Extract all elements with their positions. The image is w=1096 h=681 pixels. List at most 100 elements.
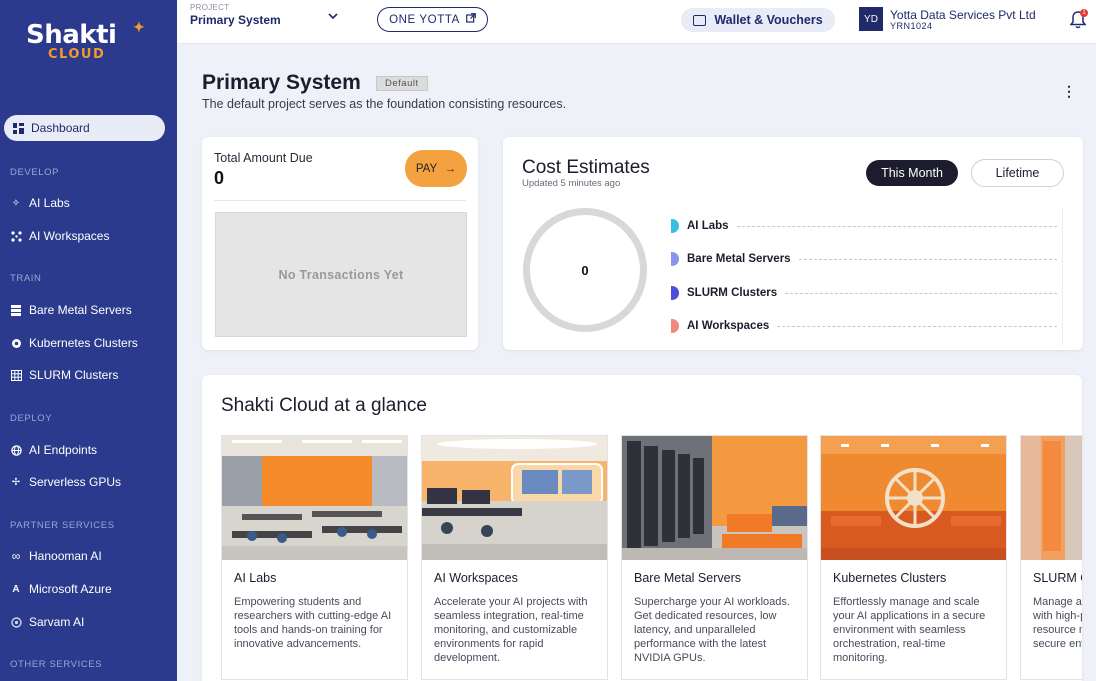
org-id: YRN1024: [890, 21, 933, 31]
legend-swatch: [671, 319, 679, 333]
glance-title: Shakti Cloud at a glance: [221, 395, 427, 416]
cost-updated-text: Updated 5 minutes ago: [522, 178, 621, 189]
avatar[interactable]: YD: [859, 7, 883, 31]
logo-subtext: CLOUD: [48, 47, 106, 62]
glance-card-bare-metal-servers[interactable]: Bare Metal Servers Supercharge your AI w…: [621, 435, 808, 680]
glance-card-kubernetes-clusters[interactable]: Kubernetes Clusters Effortlessly manage …: [820, 435, 1007, 680]
sidebar-item-label: AI Endpoints: [29, 443, 98, 457]
sarvam-icon: [10, 616, 22, 628]
legend-dash: [785, 292, 1057, 294]
pay-label: PAY: [415, 162, 438, 175]
cost-total-value: 0: [581, 262, 589, 278]
logo-spark-icon: ✦: [133, 19, 145, 35]
sidebar-item-ai-workspaces[interactable]: AI Workspaces: [10, 229, 109, 243]
wallet-icon: [693, 14, 707, 26]
legend-item: AI Labs: [671, 216, 1063, 236]
total-amount-label: Total Amount Due: [214, 151, 313, 165]
page-subtitle: The default project serves as the founda…: [202, 97, 567, 111]
sidebar-item-label: Kubernetes Clusters: [29, 336, 138, 350]
sidebar: Shakti ✦ CLOUD Dashboard DEVELOP ✧ AI La…: [0, 0, 177, 681]
sidebar-item-ai-labs[interactable]: ✧ AI Labs: [10, 196, 70, 210]
one-yotta-label: ONE YOTTA: [389, 13, 460, 26]
glance-section: Shakti Cloud at a glance AI Labs Empower…: [202, 375, 1082, 681]
cost-legend: AI Labs Bare Metal Servers SLURM Cluster…: [671, 209, 1063, 345]
glance-card-title: Kubernetes Clusters: [833, 571, 947, 585]
cost-estimates-title: Cost Estimates: [522, 157, 650, 178]
wallet-vouchers-button[interactable]: Wallet & Vouchers: [681, 8, 835, 32]
wallet-label: Wallet & Vouchers: [714, 13, 823, 27]
notification-bell-icon[interactable]: 1: [1070, 9, 1088, 29]
ai-labs-image: [222, 436, 407, 560]
legend-swatch: [671, 252, 679, 266]
sidebar-item-serverless-gpus[interactable]: ✢ Serverless GPUs: [10, 475, 121, 489]
legend-dash: [777, 325, 1057, 327]
glance-card-slurm-clusters[interactable]: SLURM Clusters Manage and scale AI workl…: [1020, 435, 1082, 680]
nodes-icon: [10, 230, 22, 242]
sidebar-section-deploy: DEPLOY: [10, 413, 53, 424]
cost-donut-chart: 0: [523, 208, 647, 332]
org-name[interactable]: Yotta Data Services Pvt Ltd: [890, 8, 1036, 22]
default-badge: Default: [376, 76, 428, 91]
sidebar-item-microsoft-azure[interactable]: A Microsoft Azure: [10, 582, 112, 596]
legend-label: AI Labs: [687, 220, 729, 232]
sidebar-item-ai-endpoints[interactable]: AI Endpoints: [10, 443, 97, 457]
legend-item: AI Workspaces: [671, 316, 1063, 336]
sidebar-section-partner-services: PARTNER SERVICES: [10, 520, 115, 531]
sidebar-item-label: Hanooman AI: [29, 549, 102, 563]
chevron-down-icon[interactable]: [327, 10, 339, 25]
sidebar-item-label: Microsoft Azure: [29, 582, 112, 596]
project-selector[interactable]: Primary System: [190, 13, 281, 27]
azure-icon: A: [12, 583, 20, 595]
arrow-right-icon: →: [445, 162, 457, 175]
glance-card-ai-workspaces[interactable]: AI Workspaces Accelerate your AI project…: [421, 435, 608, 680]
tab-this-month[interactable]: This Month: [866, 160, 958, 186]
infinity-icon: ∞: [11, 549, 21, 563]
sidebar-item-label: AI Labs: [29, 196, 70, 210]
sidebar-section-train: TRAIN: [10, 273, 42, 284]
sidebar-item-dashboard[interactable]: Dashboard: [4, 115, 165, 141]
sidebar-item-kubernetes-clusters[interactable]: Kubernetes Clusters: [10, 336, 138, 350]
external-link-icon: [465, 13, 476, 26]
notification-count-badge: 1: [1080, 9, 1088, 17]
sidebar-item-label: Bare Metal Servers: [29, 303, 132, 317]
sidebar-section-develop: DEVELOP: [10, 167, 60, 178]
ai-workspaces-image: [422, 436, 607, 560]
bare-metal-servers-image: [622, 436, 807, 560]
legend-label: Bare Metal Servers: [687, 253, 791, 265]
glance-card-desc: Manage and scale AI workloads with high-…: [1033, 596, 1082, 650]
slurm-clusters-image: [1021, 436, 1082, 560]
legend-swatch: [671, 286, 679, 300]
glance-card-title: SLURM Clusters: [1033, 571, 1082, 585]
glance-card-ai-labs[interactable]: AI Labs Empowering students and research…: [221, 435, 408, 680]
more-options-icon[interactable]: ⋮: [1062, 83, 1076, 99]
sidebar-item-label: Sarvam AI: [29, 615, 85, 629]
glance-card-title: AI Labs: [234, 571, 277, 585]
helm-icon: [10, 337, 22, 349]
globe-icon: [10, 444, 22, 456]
sidebar-item-slurm-clusters[interactable]: SLURM Clusters: [10, 368, 118, 382]
top-bar: PROJECT Primary System ONE YOTTA Wallet …: [177, 0, 1096, 44]
glance-card-desc: Effortlessly manage and scale your AI ap…: [833, 596, 986, 664]
sidebar-item-sarvam-ai[interactable]: Sarvam AI: [10, 615, 84, 629]
total-amount-value: 0: [214, 168, 225, 188]
pay-button[interactable]: PAY →: [405, 150, 467, 187]
sidebar-item-bare-metal-servers[interactable]: Bare Metal Servers: [10, 303, 132, 317]
shakti-cloud-logo[interactable]: Shakti ✦ CLOUD: [26, 19, 151, 66]
glance-card-desc: Empowering students and researchers with…: [234, 596, 392, 650]
legend-swatch: [671, 219, 679, 233]
legend-item: Bare Metal Servers: [671, 249, 1063, 269]
glance-card-title: AI Workspaces: [434, 571, 518, 585]
kubernetes-clusters-image: [821, 436, 1006, 560]
legend-label: AI Workspaces: [687, 320, 770, 332]
page-title: Primary System: [202, 71, 361, 94]
server-icon: [10, 304, 22, 316]
tab-lifetime[interactable]: Lifetime: [971, 159, 1064, 187]
cost-estimates-card: Cost Estimates Updated 5 minutes ago Thi…: [503, 137, 1083, 350]
sidebar-item-label: AI Workspaces: [29, 229, 110, 243]
sidebar-item-label: SLURM Clusters: [29, 368, 119, 382]
total-amount-card: Total Amount Due 0 PAY → No Transactions…: [202, 137, 478, 350]
sidebar-item-hanooman-ai[interactable]: ∞ Hanooman AI: [10, 549, 102, 563]
one-yotta-button[interactable]: ONE YOTTA: [377, 7, 488, 32]
sidebar-section-other-services: OTHER SERVICES: [10, 659, 103, 670]
dashboard-icon: [12, 122, 24, 134]
